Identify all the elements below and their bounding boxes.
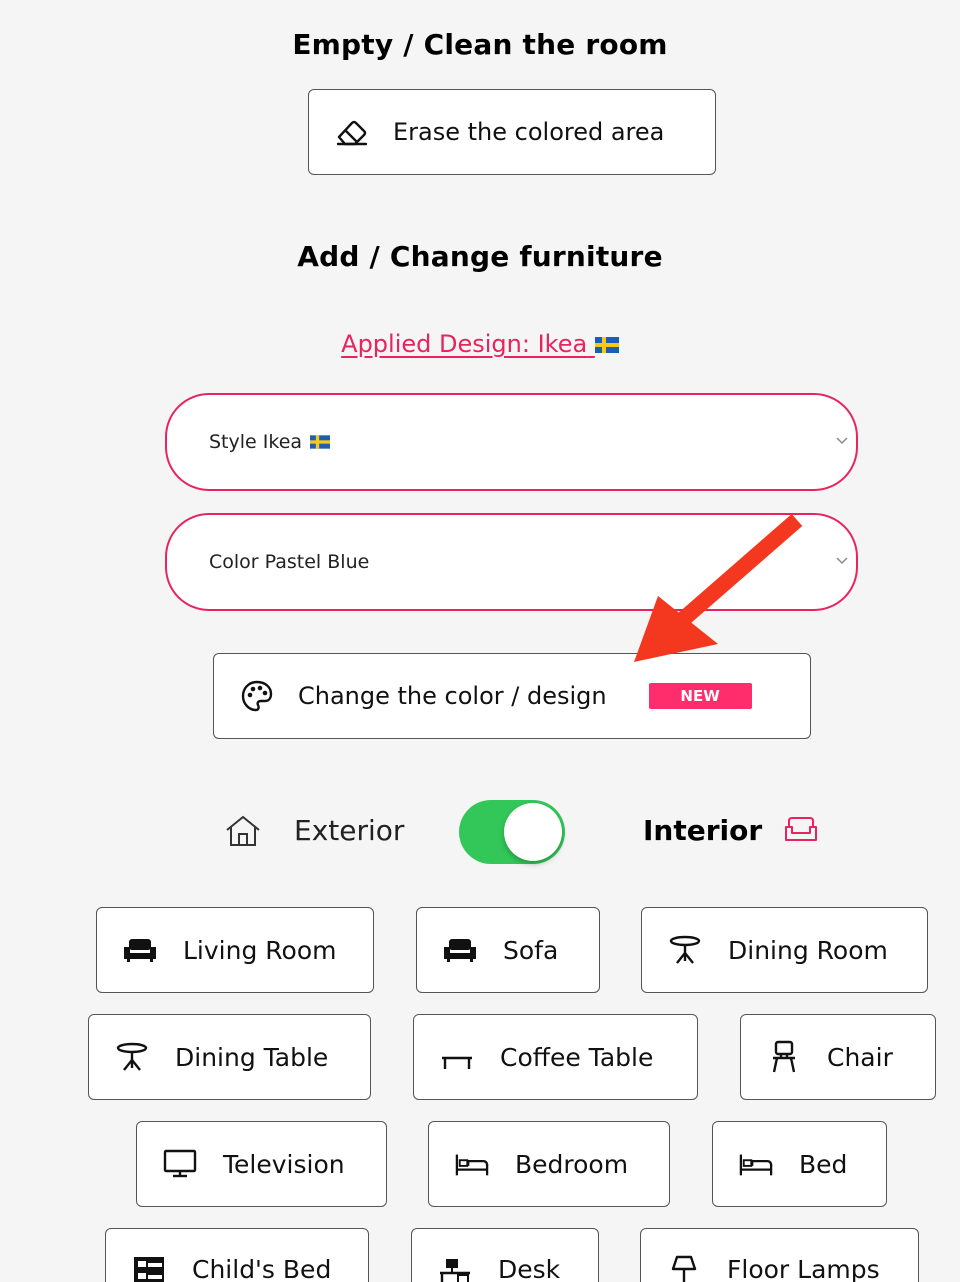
category-label: Desk — [498, 1255, 561, 1282]
category-living-room-button[interactable]: Living Room — [96, 907, 374, 993]
category-label: Bed — [799, 1149, 848, 1179]
applied-design-label: Applied Design: Ikea — [341, 330, 588, 358]
style-select-value: Style Ikea — [209, 431, 303, 453]
applied-design-link[interactable]: Applied Design: Ikea — [0, 330, 960, 358]
category-television-button[interactable]: Television — [136, 1121, 387, 1207]
interior-label[interactable]: Interior — [643, 814, 762, 847]
chair-icon — [772, 1040, 796, 1073]
change-design-label: Change the color / design — [298, 682, 607, 710]
house-icon — [226, 815, 260, 846]
category-chair-button[interactable]: Chair — [740, 1014, 936, 1100]
category-label: Bedroom — [515, 1149, 629, 1179]
category-label: Dining Table — [175, 1042, 329, 1072]
category-label: Television — [223, 1149, 345, 1179]
sofa-icon — [124, 939, 156, 962]
sofa-icon — [444, 939, 476, 962]
category-bedroom-button[interactable]: Bedroom — [428, 1121, 670, 1207]
desk-icon — [440, 1259, 470, 1282]
exterior-label[interactable]: Exterior — [294, 814, 404, 847]
tv-icon — [163, 1149, 197, 1178]
erase-colored-area-button[interactable]: Erase the colored area — [308, 89, 716, 175]
bunk-bed-icon — [134, 1257, 164, 1282]
round-table-icon — [669, 935, 701, 964]
floor-lamp-icon — [671, 1255, 697, 1282]
category-dining-room-button[interactable]: Dining Room — [641, 907, 928, 993]
category-bed-button[interactable]: Bed — [712, 1121, 887, 1207]
category-label: Child's Bed — [192, 1255, 332, 1282]
bed-icon — [739, 1154, 773, 1176]
sofa-outline-icon — [785, 817, 817, 841]
sweden-flag-icon — [310, 435, 331, 449]
bed-icon — [455, 1154, 489, 1176]
new-badge: NEW — [648, 683, 752, 709]
category-label: Living Room — [183, 935, 337, 965]
coffee-table-icon — [442, 1056, 472, 1069]
palette-icon — [241, 680, 273, 712]
category-coffee-table-button[interactable]: Coffee Table — [413, 1014, 698, 1100]
category-label: Coffee Table — [500, 1042, 654, 1072]
annotation-arrow-icon — [634, 513, 803, 662]
style-select[interactable]: Style Ikea — [165, 393, 858, 491]
chevron-down-icon — [836, 437, 848, 445]
category-sofa-button[interactable]: Sofa — [416, 907, 600, 993]
category-label: Chair — [827, 1042, 893, 1072]
category-dining-table-button[interactable]: Dining Table — [88, 1014, 371, 1100]
chevron-down-icon — [836, 557, 848, 565]
interior-toggle-switch[interactable] — [459, 800, 565, 864]
erase-button-label: Erase the colored area — [393, 118, 665, 146]
sweden-flag-icon — [594, 337, 619, 353]
category-desk-button[interactable]: Desk — [411, 1228, 599, 1282]
category-label: Sofa — [503, 935, 559, 965]
furniture-heading: Add / Change furniture — [297, 240, 663, 273]
category-label: Dining Room — [728, 935, 888, 965]
eraser-icon — [336, 120, 368, 146]
color-select-value: Color Pastel Blue — [209, 551, 370, 573]
toggle-knob — [504, 803, 562, 861]
category-childs-bed-button[interactable]: Child's Bed — [105, 1228, 369, 1282]
category-label: Floor Lamps — [727, 1255, 880, 1282]
empty-heading: Empty / Clean the room — [292, 28, 668, 61]
category-floor-lamps-button[interactable]: Floor Lamps — [640, 1228, 919, 1282]
round-table-icon — [116, 1042, 148, 1071]
